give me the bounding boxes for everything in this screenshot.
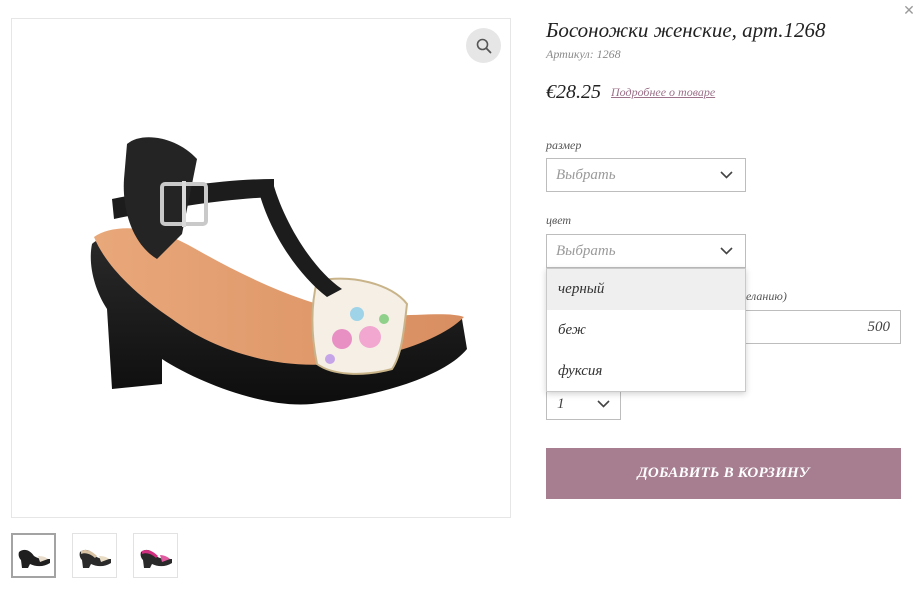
- color-select[interactable]: Выбрать: [546, 234, 746, 268]
- color-option-fuchsia[interactable]: фуксия: [547, 351, 745, 392]
- color-dropdown-menu: черный беж фуксия: [546, 268, 746, 392]
- add-to-cart-button[interactable]: ДОБАВИТЬ В КОРЗИНУ: [546, 448, 901, 499]
- chevron-down-icon: [597, 400, 610, 408]
- product-price: €28.25: [546, 81, 601, 103]
- color-option-black[interactable]: черный: [547, 269, 745, 310]
- sandal-image: [90, 137, 468, 405]
- thumbnail-black[interactable]: [11, 533, 56, 578]
- close-icon[interactable]: ✕: [900, 2, 918, 20]
- color-label: цвет: [546, 213, 572, 227]
- size-select-value: Выбрать: [556, 166, 616, 183]
- thumbnail-beige[interactable]: [72, 533, 117, 578]
- thumbnail-fuchsia[interactable]: [133, 533, 178, 578]
- thumbnail-strip: [11, 533, 178, 578]
- quantity-select[interactable]: 1: [546, 389, 621, 420]
- size-select[interactable]: Выбрать: [546, 158, 746, 192]
- color-option-beige[interactable]: беж: [547, 310, 745, 351]
- amount-input[interactable]: 500: [735, 310, 901, 344]
- details-link[interactable]: Подробнее о товаре: [611, 85, 715, 100]
- color-select-value: Выбрать: [556, 242, 616, 259]
- chevron-down-icon: [720, 247, 733, 255]
- size-label: размер: [546, 138, 582, 152]
- product-sku: Артикул: 1268: [546, 47, 621, 61]
- product-main-image: [11, 18, 511, 518]
- zoom-button[interactable]: [466, 28, 501, 63]
- magnifier-icon: [476, 38, 491, 53]
- chevron-down-icon: [720, 171, 733, 179]
- product-title: Босоножки женские, арт.1268: [546, 18, 826, 42]
- quantity-value: 1: [557, 396, 565, 412]
